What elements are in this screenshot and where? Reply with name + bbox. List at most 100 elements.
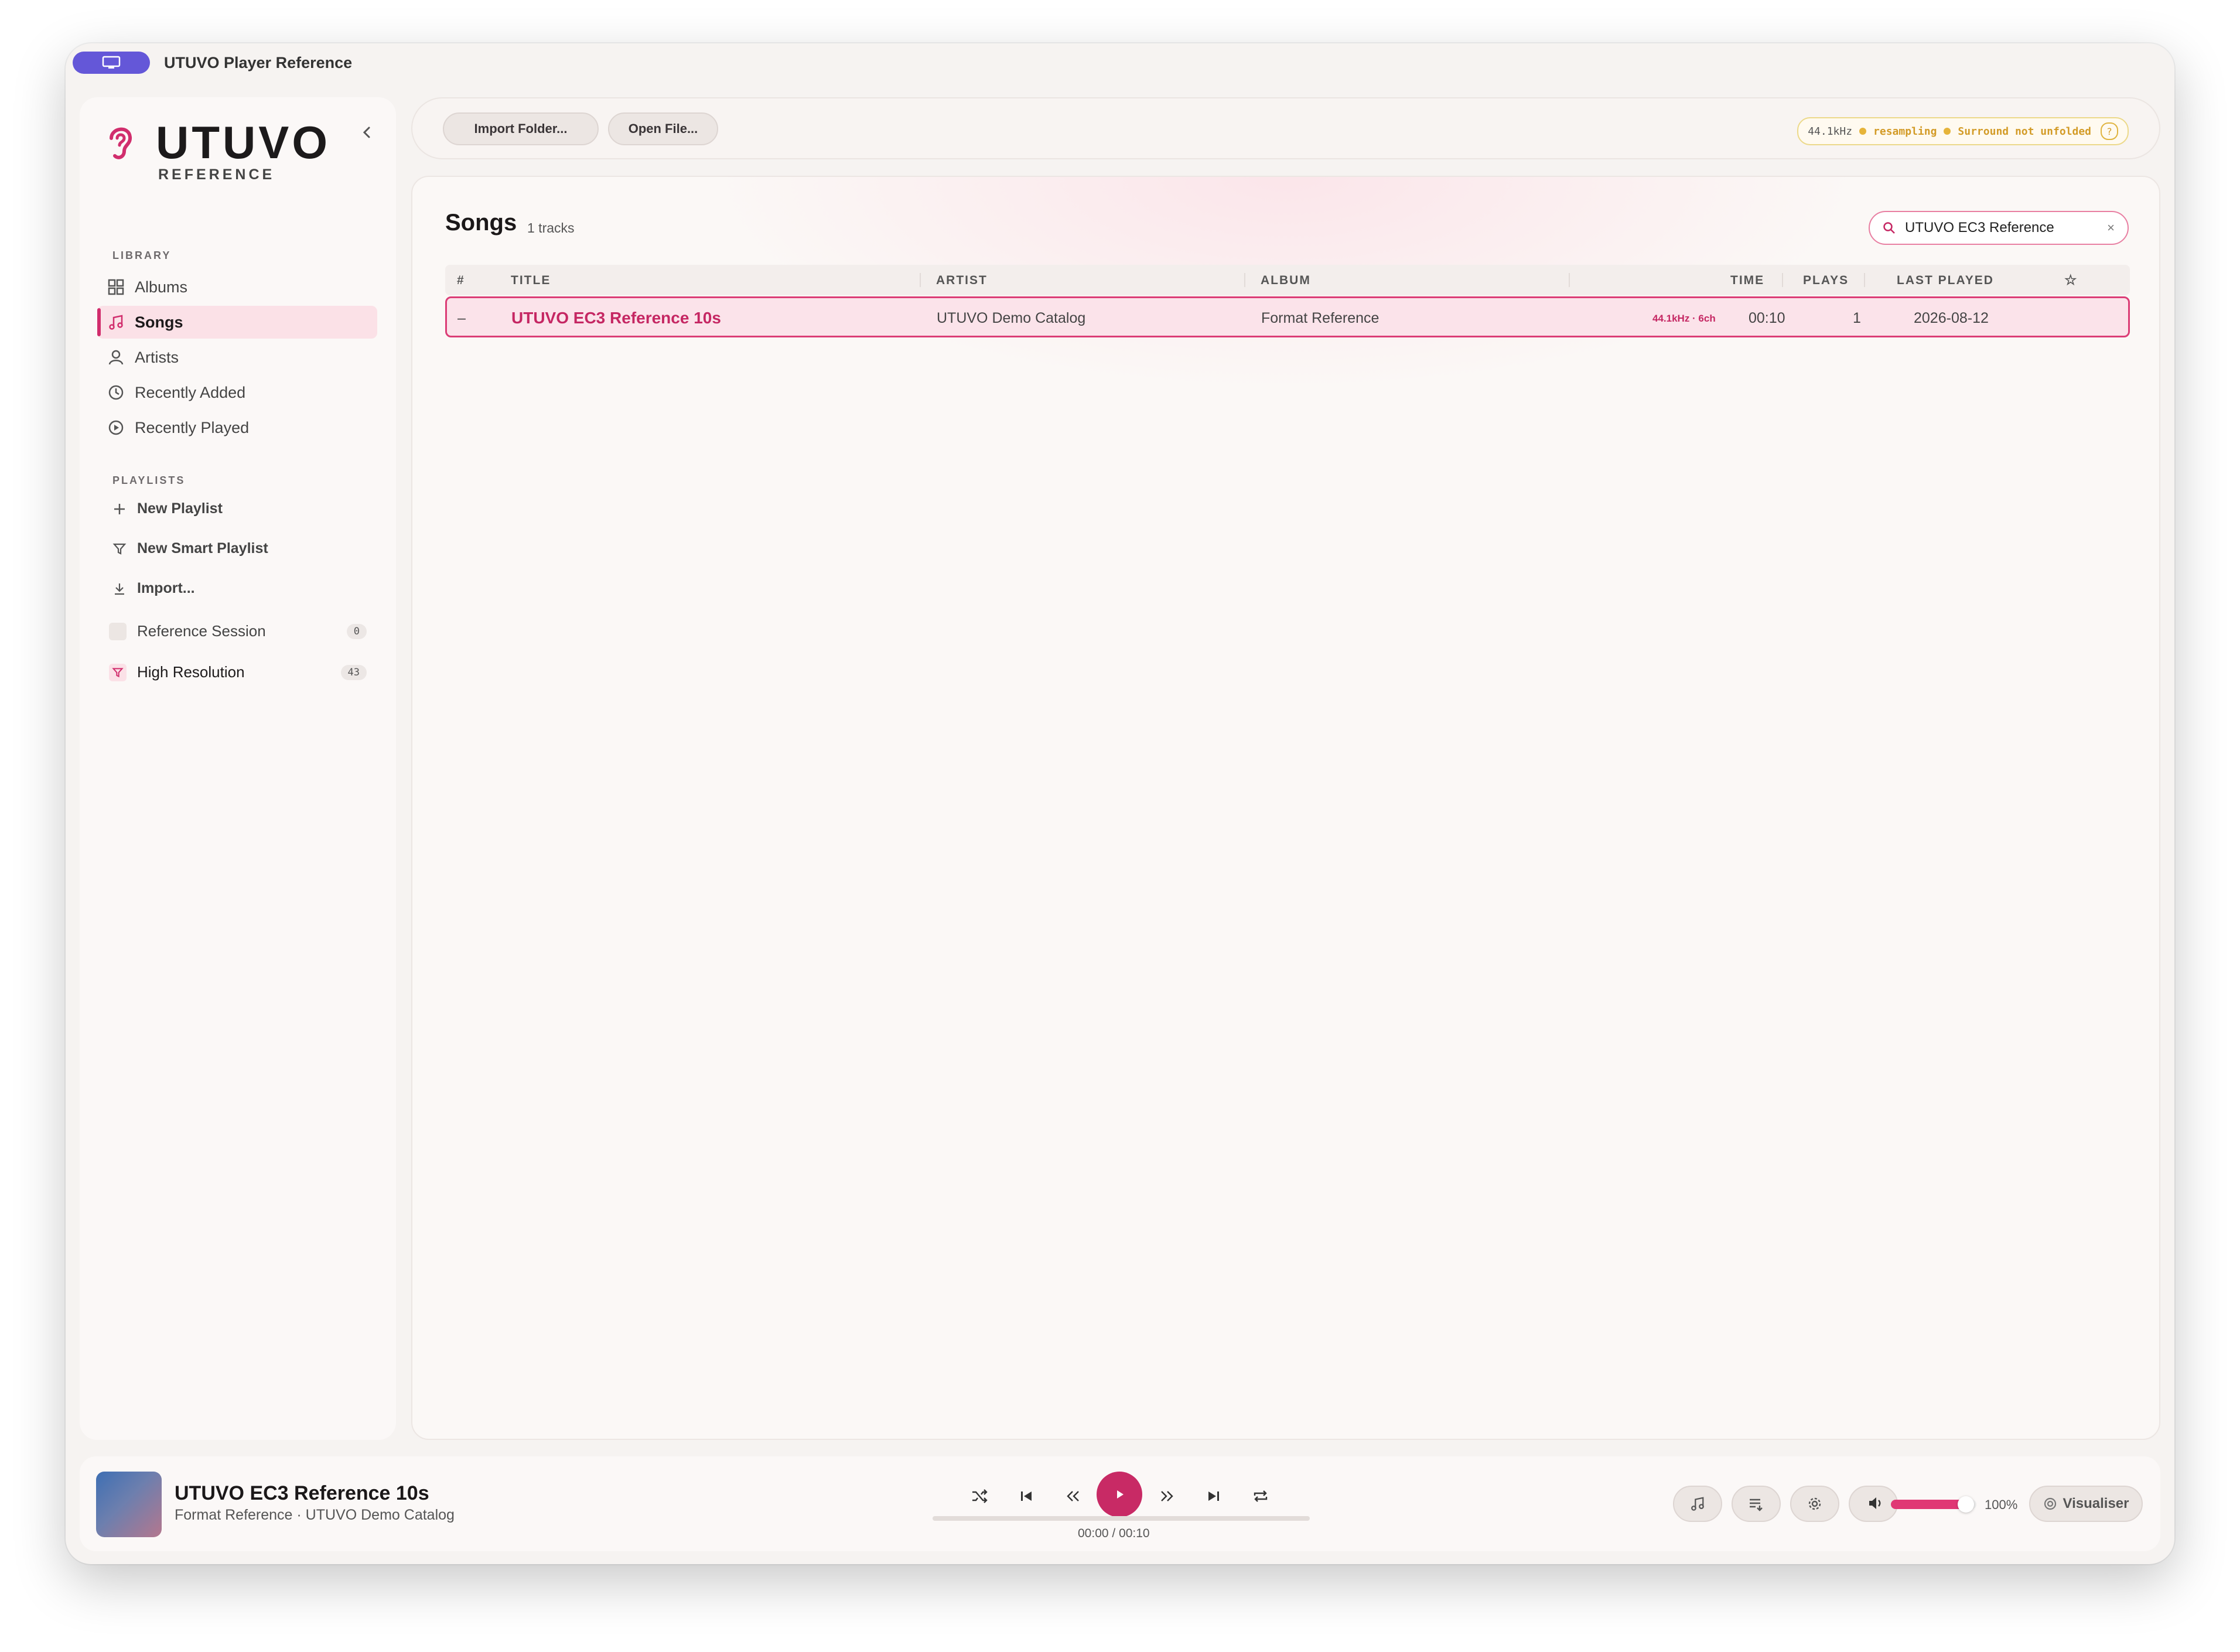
monitor-icon: [102, 56, 121, 69]
sidebar-item-label: Recently Added: [135, 383, 246, 401]
skip-forward-icon: [1208, 1491, 1219, 1501]
person-icon: [105, 347, 127, 368]
track-format-badge: 44.1kHz · 6ch: [1652, 313, 1716, 324]
track-album: Format Reference: [1261, 310, 1379, 326]
queue-button[interactable]: [1732, 1486, 1781, 1522]
sidebar-item-songs[interactable]: Songs: [97, 306, 377, 339]
sidebar-item-albums[interactable]: Albums: [97, 271, 377, 303]
import-playlist-label: Import...: [137, 580, 195, 596]
chevron-left-icon: [363, 127, 370, 138]
library-section-label: LIBRARY: [112, 250, 172, 261]
ear-logo-icon: [103, 121, 138, 166]
table-header: # TITLE ARTIST ALBUM TIME PLAYS LAST PLA…: [445, 265, 2130, 295]
new-playlist-label: New Playlist: [137, 500, 223, 517]
music-note-icon: [1691, 1497, 1704, 1511]
column-header-number[interactable]: #: [457, 274, 465, 288]
grid-icon: [105, 277, 127, 298]
sidebar-item-artists[interactable]: Artists: [97, 341, 377, 374]
play-icon: [1117, 1490, 1124, 1499]
rewind-button[interactable]: [1056, 1479, 1091, 1514]
volume-slider[interactable]: [1891, 1496, 1976, 1513]
track-number: –: [457, 310, 466, 326]
audio-status-pill[interactable]: 44.1kHz resampling Surround not unfolded…: [1797, 117, 2129, 145]
fast-forward-icon: [1161, 1491, 1173, 1501]
now-playing-title: UTUVO EC3 Reference 10s: [175, 1482, 429, 1504]
player-bar: UTUVO EC3 Reference 10s Format Reference…: [80, 1456, 2160, 1551]
volume-percent: 100%: [1985, 1497, 2018, 1512]
visualiser-icon: [2044, 1497, 2056, 1510]
progress-bar[interactable]: [933, 1516, 1310, 1521]
window-switcher-button[interactable]: [73, 52, 150, 74]
next-track-button[interactable]: [1196, 1479, 1231, 1514]
column-header-time[interactable]: TIME: [1730, 274, 1764, 288]
clock-icon: [105, 382, 127, 403]
favorite-column-icon[interactable]: ☆: [2064, 272, 2078, 289]
album-artwork[interactable]: [96, 1472, 162, 1537]
playlist-label: Reference Session: [137, 622, 266, 640]
new-smart-playlist-button[interactable]: New Smart Playlist: [109, 540, 268, 557]
surround-label: Surround not unfolded: [1958, 125, 2091, 138]
playlist-item-reference-session[interactable]: Reference Session 0: [109, 622, 367, 640]
playlist-count-badge: 43: [340, 664, 367, 680]
volume-knob[interactable]: [1958, 1496, 1975, 1513]
playlist-item-high-resolution[interactable]: High Resolution 43: [109, 663, 367, 681]
brand-subtitle: REFERENCE: [158, 166, 275, 183]
sidebar-item-label: Artists: [135, 348, 179, 366]
help-icon[interactable]: ?: [2101, 122, 2118, 140]
filter-icon: [109, 542, 130, 556]
sample-rate-label: 44.1kHz: [1808, 125, 1853, 138]
open-file-button[interactable]: Open File...: [608, 112, 718, 145]
track-count: 1 tracks: [527, 220, 575, 235]
settings-button[interactable]: [1790, 1486, 1839, 1522]
play-button[interactable]: [1097, 1472, 1142, 1517]
brand-name: UTUVO: [156, 117, 330, 168]
search-input[interactable]: [1904, 219, 2094, 237]
sidebar: UTUVO REFERENCE LIBRARY Albums Songs Art…: [80, 97, 396, 1440]
sidebar-item-recently-played[interactable]: Recently Played: [97, 411, 377, 444]
sidebar-item-label: Recently Played: [135, 418, 250, 436]
table-row[interactable]: – UTUVO EC3 Reference 10s UTUVO Demo Cat…: [445, 296, 2130, 337]
previous-track-button[interactable]: [1009, 1479, 1044, 1514]
queue-icon: [1750, 1499, 1763, 1511]
songs-panel: Songs 1 tracks × # TITLE ARTIST ALBUM TI…: [411, 176, 2160, 1440]
resampling-label: resampling: [1873, 125, 1937, 138]
import-playlist-button[interactable]: Import...: [109, 580, 195, 597]
search-field[interactable]: ×: [1869, 211, 2129, 245]
window-title: UTUVO Player Reference: [164, 54, 353, 71]
column-header-artist[interactable]: ARTIST: [936, 274, 988, 288]
fast-forward-button[interactable]: [1149, 1479, 1184, 1514]
import-folder-button[interactable]: Import Folder...: [443, 112, 599, 145]
top-toolbar: Import Folder... Open File... 44.1kHz re…: [411, 97, 2160, 159]
mute-button[interactable]: [1859, 1487, 1892, 1520]
play-circle-icon: [105, 417, 127, 438]
playlist-label: High Resolution: [137, 663, 245, 681]
track-plays: 1: [1853, 310, 1861, 326]
track-time: 00:10: [1749, 310, 1785, 326]
gear-icon: [1808, 1497, 1821, 1510]
playlist-count-badge: 0: [346, 623, 367, 639]
track-last-played: 2026-08-12: [1914, 310, 1989, 326]
shuffle-icon: [972, 1489, 988, 1503]
shuffle-button[interactable]: [962, 1479, 997, 1514]
column-header-album[interactable]: ALBUM: [1261, 274, 1311, 288]
volume-fill: [1891, 1500, 1966, 1509]
status-dot: [1944, 128, 1951, 135]
download-icon: [109, 582, 130, 596]
clear-search-button[interactable]: ×: [2107, 220, 2115, 235]
track-artist: UTUVO Demo Catalog: [937, 310, 1086, 326]
sidebar-item-recently-added[interactable]: Recently Added: [97, 376, 377, 409]
new-playlist-button[interactable]: New Playlist: [109, 500, 223, 517]
column-header-plays[interactable]: PLAYS: [1803, 274, 1849, 288]
column-header-last-played[interactable]: LAST PLAYED: [1897, 274, 1994, 288]
now-playing-subtitle: Format Reference · UTUVO Demo Catalog: [175, 1507, 455, 1523]
plus-icon: [109, 502, 130, 516]
lyrics-button[interactable]: [1673, 1486, 1722, 1522]
column-header-title[interactable]: TITLE: [511, 274, 551, 288]
collapse-sidebar-button[interactable]: [355, 121, 378, 144]
repeat-button[interactable]: [1243, 1479, 1278, 1514]
track-title: UTUVO EC3 Reference 10s: [511, 309, 721, 327]
time-readout: 00:00 / 00:10: [1078, 1527, 1150, 1540]
rewind-icon: [1067, 1491, 1079, 1501]
visualiser-button[interactable]: Visualiser: [2029, 1486, 2143, 1522]
search-icon: [1883, 221, 1896, 234]
